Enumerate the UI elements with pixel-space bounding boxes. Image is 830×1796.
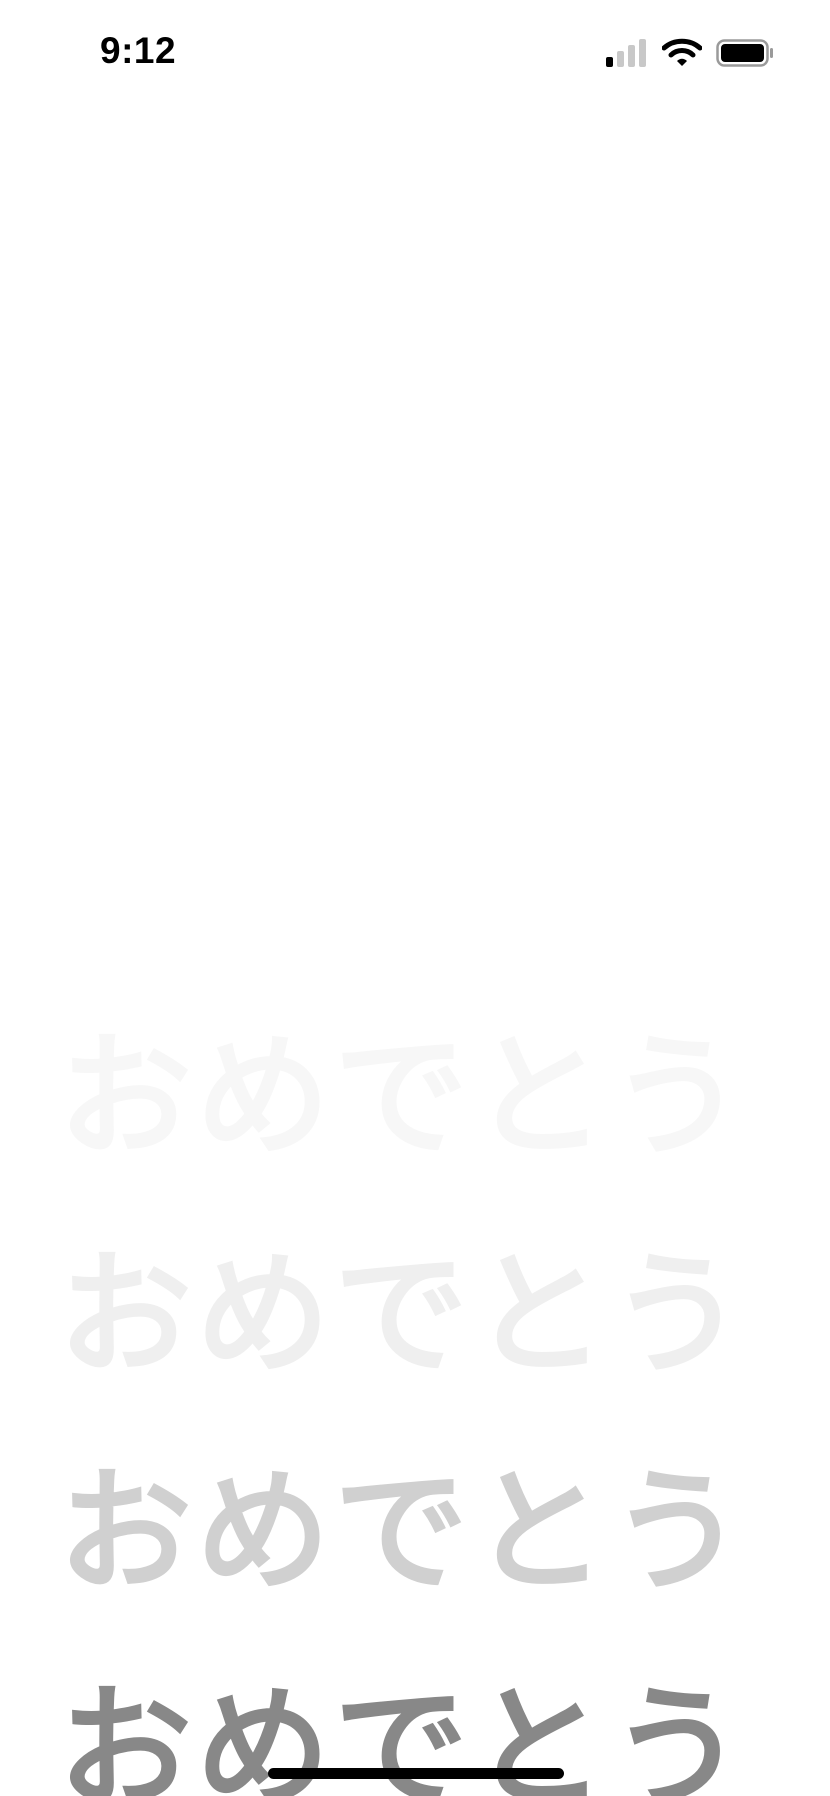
home-indicator[interactable] — [268, 1768, 564, 1779]
congratulations-text-list: おめでとう おめでとう おめでとう おめでとう — [0, 0, 830, 1796]
congrats-word-1: おめでとう — [58, 1019, 749, 1175]
congrats-word-3: おめでとう — [58, 1454, 749, 1610]
screen: 9:12 おめでとう おめでとう おめでとう おめでとう — [0, 0, 830, 1796]
congrats-word-2: おめでとう — [58, 1237, 749, 1393]
